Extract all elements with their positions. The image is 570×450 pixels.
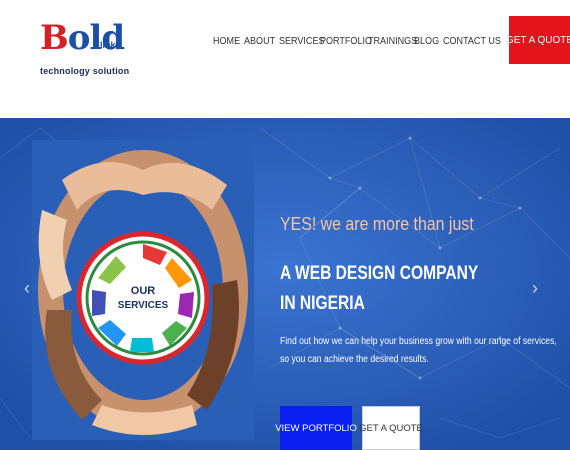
hero-heading-line1: A WEB DESIGN COMPANY [280,263,479,284]
nav-trainings[interactable]: TRAININGS [368,35,417,47]
nav-about[interactable]: ABOUT [244,35,275,47]
hero-slider: ‹ › OUR SERVICES YES! we are more than j… [0,118,570,450]
view-portfolio-button[interactable]: VIEW PORTFOLIO [275,406,357,450]
site-logo[interactable]: Bold links technology solution [38,18,130,80]
hands-services-illustration: OUR SERVICES [32,140,254,440]
nav-services[interactable]: SERVICES [279,35,325,47]
nav-portfolio[interactable]: PORTFOLIO [320,35,372,47]
logo-letter-b: B [40,18,69,58]
hero-description-line2: so you can achieve the desired results. [280,354,429,365]
chevron-left-icon[interactable]: ‹ [24,278,30,299]
logo-tagline: technology solution [40,66,130,76]
hero-description-line1: Find out how we can help your business g… [280,336,557,347]
hero-heading-line2: IN NIGERIA [280,293,365,314]
hero-description: Find out how we can help your business g… [280,333,557,369]
nav-blog[interactable]: BLOG [414,35,439,47]
site-header: Bold links technology solution HOME ABOU… [0,0,570,118]
get-a-quote-button[interactable]: GET A QUOTE [506,16,570,64]
nav-home[interactable]: HOME [213,35,240,47]
logo-letters-old: old [67,18,125,58]
logo-wordmark: Bold [40,18,125,58]
our-label: OUR [131,285,156,297]
services-label: SERVICES [118,300,169,311]
nav-contact-us[interactable]: CONTACT US [443,35,501,47]
hero-get-a-quote-button[interactable]: GET A QUOTE [359,406,423,450]
chevron-right-icon[interactable]: › [532,278,538,299]
hero-yes-line: YES! we are more than just [280,213,474,234]
logo-links-text: links [100,40,121,50]
